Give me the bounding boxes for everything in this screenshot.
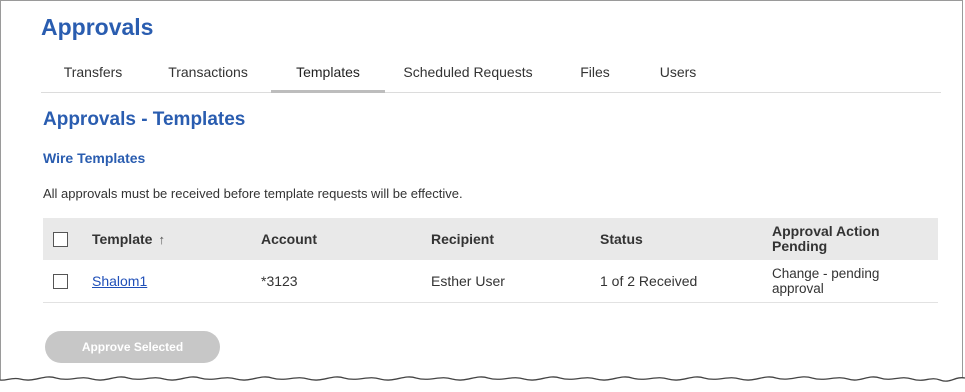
page-title: Approvals bbox=[41, 14, 154, 40]
wire-templates-subtitle: Wire Templates bbox=[43, 150, 146, 166]
tab-transfers[interactable]: Transfers bbox=[41, 62, 145, 90]
table-row: Shalom1 *3123 Esther User 1 of 2 Receive… bbox=[43, 260, 938, 303]
tab-users[interactable]: Users bbox=[639, 62, 717, 90]
tab-templates[interactable]: Templates bbox=[271, 62, 385, 93]
row-recipient: Esther User bbox=[431, 273, 505, 289]
tab-transactions[interactable]: Transactions bbox=[145, 62, 271, 90]
tab-files[interactable]: Files bbox=[551, 62, 639, 90]
row-status: 1 of 2 Received bbox=[600, 273, 698, 289]
sort-ascending-icon[interactable]: ↑ bbox=[158, 232, 165, 247]
approval-notice: All approvals must be received before te… bbox=[43, 186, 463, 201]
header-status: Status bbox=[600, 231, 643, 247]
header-checkbox-cell bbox=[53, 218, 73, 260]
header-template-label: Template bbox=[92, 231, 153, 247]
header-account: Account bbox=[261, 231, 317, 247]
tab-scheduled-requests[interactable]: Scheduled Requests bbox=[385, 62, 551, 90]
row-account: *3123 bbox=[261, 273, 298, 289]
torn-edge-decoration bbox=[0, 376, 965, 392]
header-approval-action-pending: Approval Action Pending bbox=[772, 223, 880, 254]
row-select-checkbox[interactable] bbox=[53, 273, 68, 289]
row-template-cell: Shalom1 bbox=[92, 260, 252, 302]
tab-bar: Transfers Transactions Templates Schedul… bbox=[41, 62, 941, 93]
header-recipient: Recipient bbox=[431, 231, 495, 247]
header-template-cell[interactable]: Template ↑ bbox=[92, 218, 252, 260]
template-link[interactable]: Shalom1 bbox=[92, 273, 147, 289]
row-checkbox-cell bbox=[53, 260, 73, 302]
select-all-checkbox[interactable] bbox=[53, 231, 68, 247]
section-title: Approvals - Templates bbox=[43, 109, 246, 130]
templates-table: Template ↑ Account Recipient Status Appr… bbox=[43, 218, 938, 303]
table-header-row: Template ↑ Account Recipient Status Appr… bbox=[43, 218, 938, 260]
approval-action-text: Change - pending approval bbox=[772, 266, 880, 296]
row-approval-action: Change - pending approval bbox=[772, 260, 932, 302]
